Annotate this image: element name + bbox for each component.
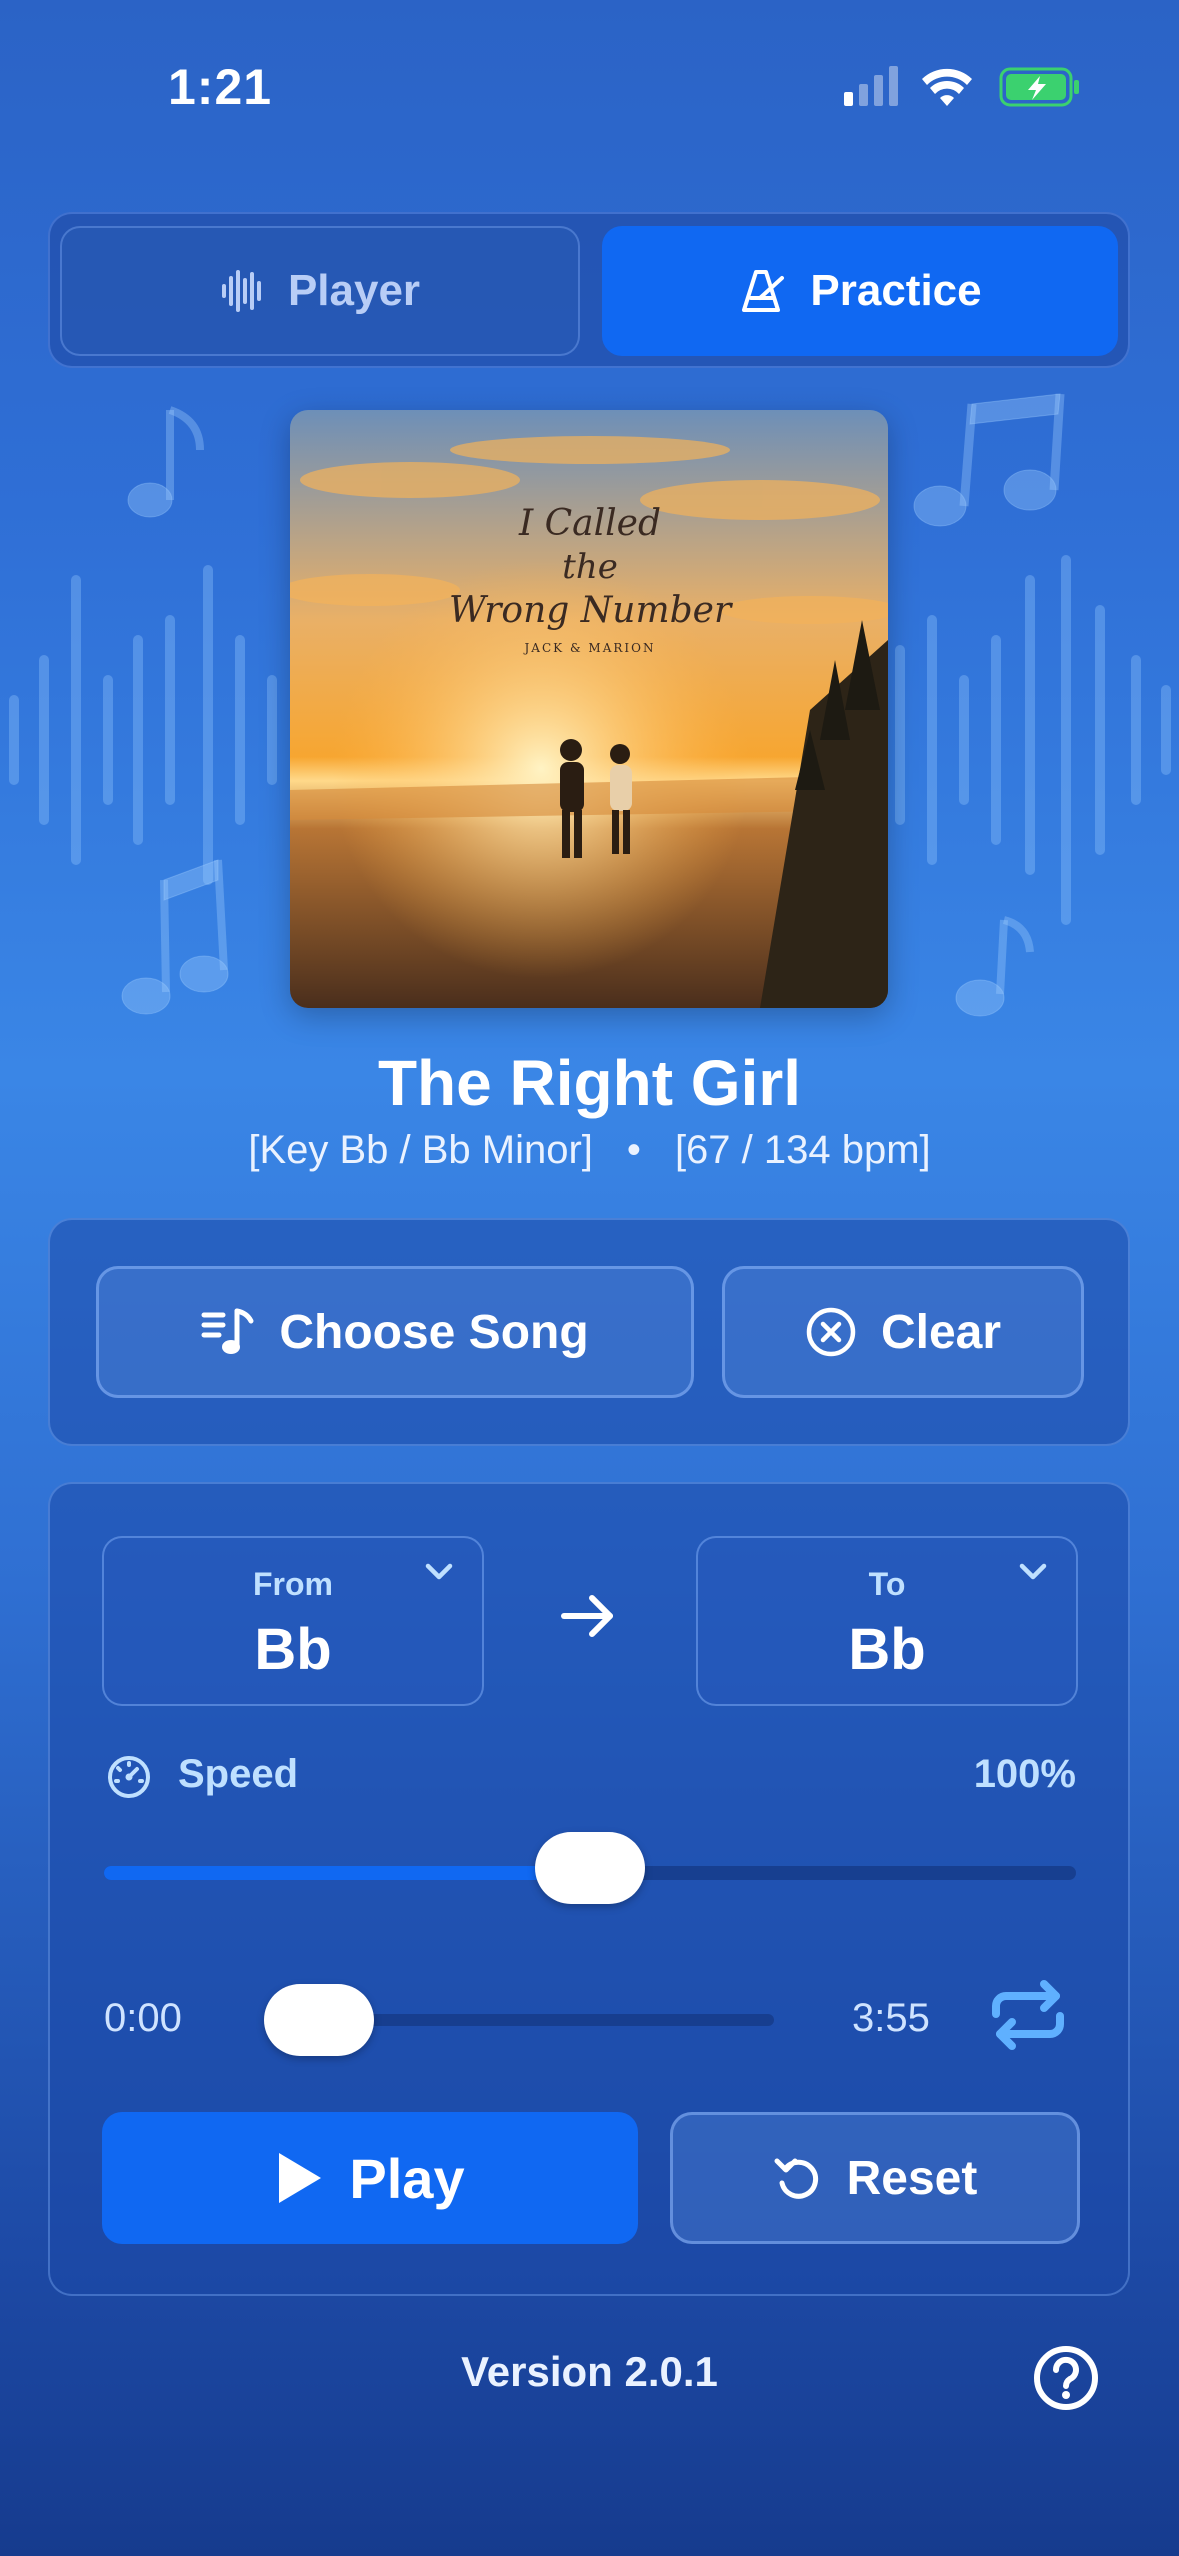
mode-segmented-control: Player Practice <box>48 212 1130 368</box>
choose-song-button[interactable]: Choose Song <box>96 1266 694 1398</box>
reset-button[interactable]: Reset <box>670 2112 1080 2244</box>
speedometer-icon <box>108 1756 150 1798</box>
chevron-down-icon <box>425 1563 453 1580</box>
playback-end-time: 3:55 <box>852 1996 930 2040</box>
song-key-info: [Key Bb / Bb Minor] <box>248 1128 593 1172</box>
speed-value: 100% <box>973 1752 1076 1796</box>
play-icon <box>279 2153 322 2203</box>
song-title: The Right Girl <box>377 1047 802 1119</box>
status-icons <box>844 66 1079 107</box>
playback-scrubber-thumb[interactable] <box>264 1984 374 2056</box>
album-title-line2: the <box>562 547 618 587</box>
clear-button[interactable]: Clear <box>722 1266 1084 1398</box>
wifi-icon <box>922 68 972 106</box>
clear-circle-icon <box>806 1307 856 1357</box>
choose-song-label: Choose Song <box>279 1305 589 1359</box>
playback-start-time: 0:00 <box>104 1996 182 2040</box>
chevron-down-icon <box>1019 1563 1047 1580</box>
speed-slider-fill <box>104 1866 590 1880</box>
to-key-select[interactable]: To Bb <box>696 1536 1078 1706</box>
metronome-icon <box>742 270 785 312</box>
status-time: 1:21 <box>168 59 273 115</box>
song-meta: [Key Bb / Bb Minor] • [67 / 134 bpm] <box>0 1128 1179 1173</box>
tab-player-label: Player <box>287 266 421 315</box>
play-label: Play <box>349 2146 465 2210</box>
battery-charging-icon <box>999 67 1079 107</box>
reset-icon <box>774 2158 818 2199</box>
repeat-icon[interactable] <box>986 1980 1070 2050</box>
speed-slider-thumb[interactable] <box>535 1832 645 1904</box>
cellular-signal-icon <box>844 66 898 106</box>
album-artist: JACK & MARION <box>523 641 656 655</box>
meta-separator: • <box>626 1128 641 1172</box>
song-actions-panel: Choose Song Clear <box>48 1218 1130 1446</box>
arrow-right-icon <box>561 1595 613 1637</box>
from-key-select[interactable]: From Bb <box>102 1536 484 1706</box>
album-title-line3: Wrong Number <box>449 590 733 631</box>
reset-label: Reset <box>846 2151 978 2205</box>
practice-controls-panel: From Bb To Bb Speed 100% 0:00 3:55 Play … <box>48 1482 1130 2296</box>
album-artwork: I Called the Wrong Number JACK & MARION <box>290 410 888 1008</box>
speed-slider[interactable] <box>104 1832 1076 1904</box>
waveform-icon <box>221 270 261 312</box>
playback-scrubber[interactable] <box>264 1984 774 2056</box>
music-list-icon <box>201 1308 254 1354</box>
help-icon[interactable] <box>1032 2344 1100 2412</box>
version-text: Version 2.0.1 <box>461 2348 718 2395</box>
play-button[interactable]: Play <box>102 2112 638 2244</box>
speed-label: Speed <box>178 1752 299 1796</box>
tab-player[interactable]: Player <box>60 226 580 356</box>
clear-label: Clear <box>880 1305 1002 1359</box>
song-bpm-info: [67 / 134 bpm] <box>674 1128 931 1172</box>
tab-practice[interactable]: Practice <box>602 226 1118 356</box>
tab-practice-label: Practice <box>810 266 982 315</box>
to-key-value: Bb <box>848 1617 926 1682</box>
from-key-value: Bb <box>254 1617 332 1682</box>
album-image: I Called the Wrong Number JACK & MARION <box>290 410 888 1008</box>
album-title-line1: I Called <box>518 503 661 544</box>
